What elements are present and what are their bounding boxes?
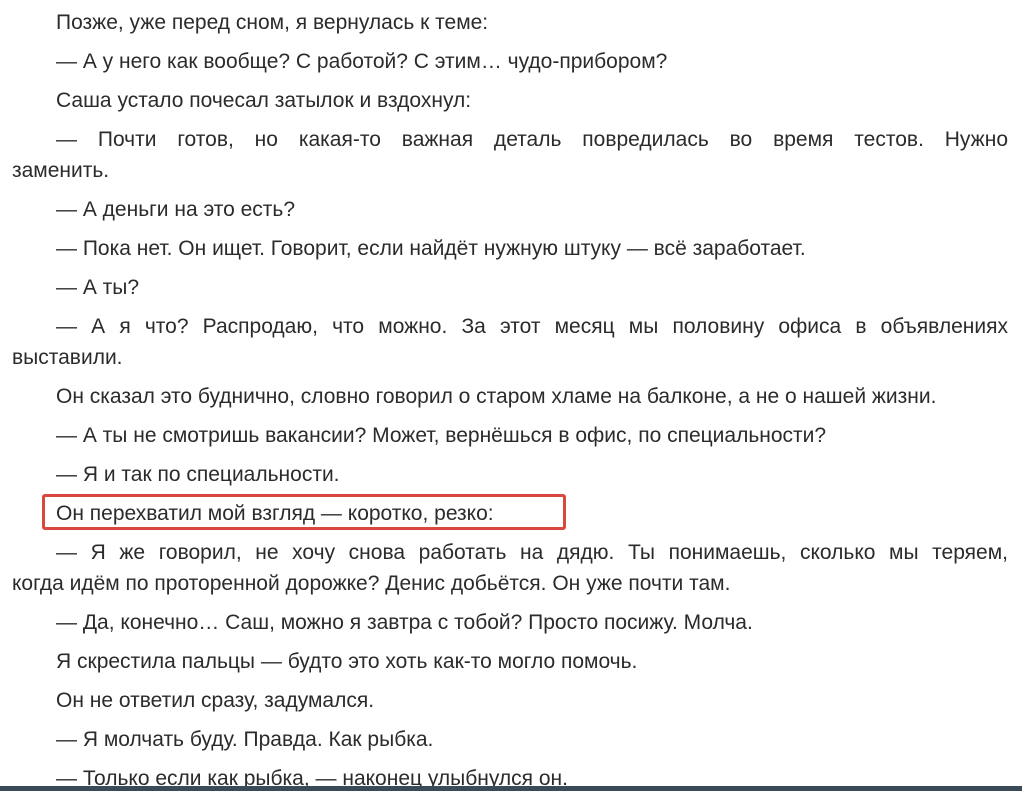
bottom-divider-bar: [0, 786, 1022, 791]
text-line: — А у него как вообще? С работой? С этим…: [56, 50, 668, 73]
book-reader-page: Позже, уже перед сном, я вернулась к тем…: [0, 0, 1022, 791]
text-line: — Я же говорил, не хочу снова работать н…: [56, 541, 1008, 564]
text-line: — Я молчать буду. Правда. Как рыбка.: [56, 728, 434, 751]
text-line: выставили.: [12, 346, 123, 369]
text-line: Я скрестила пальцы — будто это хоть как-…: [56, 650, 638, 673]
text-line: — А ты не смотришь вакансии? Может, верн…: [56, 424, 827, 447]
text-line: Саша устало почесал затылок и вздохнул:: [56, 89, 472, 112]
text-line: Он сказал это буднично, словно говорил о…: [56, 385, 937, 408]
text-line: — Пока нет. Он ищет. Говорит, если найдё…: [56, 237, 806, 260]
text-line: — Почти готов, но какая-то важная деталь…: [56, 128, 1008, 151]
text-line: — Да, конечно… Саш, можно я завтра с тоб…: [56, 611, 753, 634]
text-line: — Я и так по специальности.: [56, 463, 340, 486]
text-line: — А я что? Распродаю, что можно. За этот…: [56, 315, 1008, 338]
text-line: когда идём по проторенной дорожке? Денис…: [12, 572, 731, 595]
text-line: — А ты?: [56, 276, 140, 299]
text-line: Он не ответил сразу, задумался.: [56, 689, 375, 712]
text-line: заменить.: [12, 159, 110, 182]
text-highlight-box: [42, 494, 566, 530]
text-line: Позже, уже перед сном, я вернулась к тем…: [56, 11, 489, 34]
text-line: — А деньги на это есть?: [56, 198, 296, 221]
